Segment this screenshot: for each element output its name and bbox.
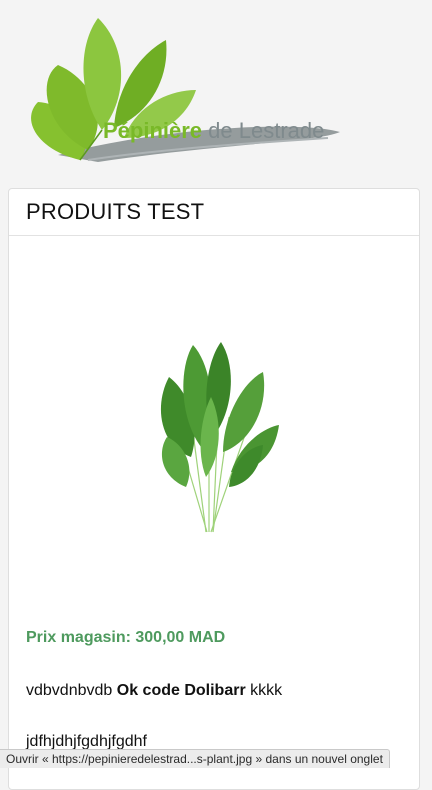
brand-name: Pépinière de Lestrade <box>103 118 324 144</box>
store-price: Prix magasin: 300,00 MAD <box>26 629 226 646</box>
brand-logo[interactable]: Pépinière de Lestrade <box>18 10 348 175</box>
brand-name-part2: de Lestrade <box>208 118 325 143</box>
product-description: vdbvdnbvdb Ok code Dolibarr kkkk <box>26 682 282 700</box>
description-suffix: kkkk <box>250 682 283 699</box>
product-card-header: PRODUITS TEST <box>9 189 419 236</box>
brand-name-part1: Pépinière <box>103 118 203 143</box>
arugula-leaves-icon <box>160 342 279 533</box>
product-card: PRODUITS TEST Prix magasin: 300,00 MAD v… <box>8 188 420 790</box>
leaf-logo-icon <box>31 18 340 162</box>
product-image[interactable] <box>151 337 281 537</box>
product-title: PRODUITS TEST <box>26 199 205 224</box>
description-prefix: vdbvdnbvdb <box>26 682 113 699</box>
link-status-bar: Ouvrir « https://pepinieredelestrad...s-… <box>0 749 390 768</box>
description-bold: Ok code Dolibarr <box>116 682 246 699</box>
site-header: Pépinière de Lestrade <box>0 0 432 180</box>
